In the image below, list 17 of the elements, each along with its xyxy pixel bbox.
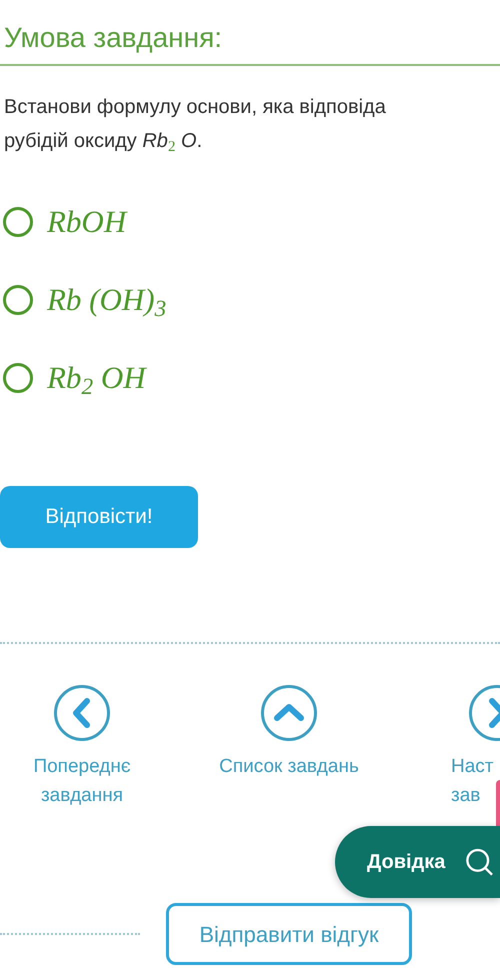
- help-button[interactable]: Довідка: [335, 826, 500, 898]
- task-list-link[interactable]: Список завдань: [207, 684, 371, 810]
- previous-task-link[interactable]: Попереднє завдання: [0, 684, 164, 810]
- option-label[interactable]: Rb (OH)$_{3}$: [47, 282, 166, 318]
- section-heading: Умова завдання:: [3, 21, 224, 55]
- chevron-up-icon: [260, 684, 318, 742]
- option-label[interactable]: Rb$_{2}$ OH: [47, 360, 146, 396]
- feedback-button[interactable]: Відправити відгук: [166, 903, 412, 965]
- chevron-left-icon: [53, 684, 111, 742]
- radio-button[interactable]: [3, 207, 33, 237]
- question-text: Встанови формулу основи, яка відповіда: [3, 95, 387, 120]
- question-text: рубідій оксиду Rb$_{2}$ O.: [3, 129, 204, 157]
- next-task-link[interactable]: Наст зав: [451, 684, 500, 810]
- answer-button[interactable]: Відповісти!: [0, 486, 198, 548]
- option-label[interactable]: RbOH: [47, 204, 126, 240]
- radio-button[interactable]: [3, 285, 33, 315]
- radio-button[interactable]: [3, 363, 33, 393]
